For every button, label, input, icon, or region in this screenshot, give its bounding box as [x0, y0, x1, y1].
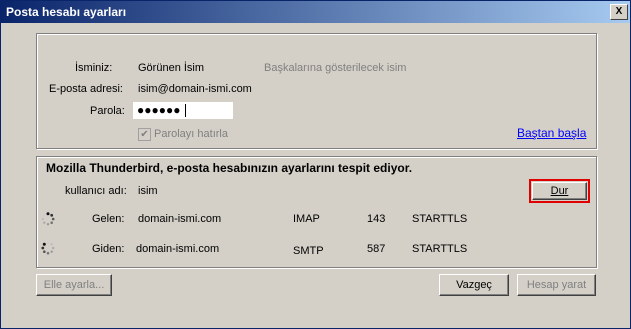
- title-bar[interactable]: Posta hesabı ayarları X: [1, 1, 630, 23]
- username-label: kullanıcı adı:: [65, 185, 127, 197]
- detection-status: Mozilla Thunderbird, e-posta hesabınızın…: [46, 161, 413, 175]
- window-title: Posta hesabı ayarları: [6, 5, 127, 19]
- password-mask: ●●●●●●: [137, 103, 181, 117]
- name-field[interactable]: Görünen İsim: [138, 62, 204, 74]
- incoming-server: domain-ismi.com: [138, 213, 222, 225]
- outgoing-protocol: SMTP: [293, 245, 324, 257]
- email-label: E-posta adresi:: [49, 83, 123, 95]
- outgoing-label: Giden:: [92, 243, 125, 255]
- incoming-port: 143: [367, 213, 386, 225]
- incoming-security: STARTTLS: [412, 213, 468, 225]
- stop-button[interactable]: Dur: [532, 182, 587, 200]
- checkmark-icon: ✔: [140, 129, 149, 140]
- username-value: isim: [138, 185, 158, 197]
- incoming-label: Gelen:: [92, 213, 125, 225]
- account-setup-dialog: Posta hesabı ayarları X İsminiz: Görünen…: [0, 0, 631, 329]
- loading-spinner-icon: [41, 241, 55, 255]
- restart-link[interactable]: Baştan başla: [517, 126, 586, 140]
- name-label: İsminiz:: [75, 62, 113, 74]
- outgoing-port: 587: [367, 243, 386, 255]
- manual-config-button[interactable]: Elle ayarla...: [36, 274, 112, 296]
- password-label: Parola:: [90, 105, 125, 117]
- loading-spinner-icon: [41, 212, 55, 226]
- name-hint: Başkalarına gösterilecek isim: [264, 62, 407, 74]
- email-field[interactable]: isim@domain-ismi.com: [138, 83, 252, 95]
- create-account-button[interactable]: Hesap yarat: [517, 274, 596, 296]
- remember-password-checkbox[interactable]: ✔: [138, 128, 151, 141]
- close-button[interactable]: X: [610, 4, 628, 20]
- outgoing-server: domain-ismi.com: [136, 243, 220, 255]
- remember-password-label[interactable]: Parolayı hatırla: [154, 128, 228, 140]
- cancel-button[interactable]: Vazgeç: [439, 274, 509, 296]
- incoming-protocol: IMAP: [293, 213, 320, 225]
- password-field[interactable]: ●●●●●●: [133, 102, 233, 119]
- text-caret: [185, 104, 186, 117]
- outgoing-security: STARTTLS: [412, 243, 468, 255]
